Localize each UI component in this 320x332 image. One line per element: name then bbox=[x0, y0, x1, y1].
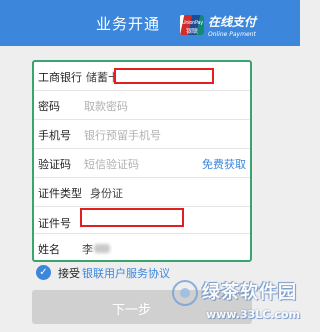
check-icon[interactable]: ✓ bbox=[36, 265, 51, 280]
get-code-link[interactable]: 免费获取 bbox=[202, 156, 246, 172]
id-number-label: 证件号 bbox=[38, 217, 71, 230]
id-type-value: 身份证 bbox=[90, 187, 123, 200]
password-row: 密码 取款密码 bbox=[34, 91, 250, 120]
id-type-row[interactable]: 证件类型 身份证 bbox=[34, 178, 250, 207]
name-blur bbox=[94, 244, 110, 253]
verification-code-label: 验证码 bbox=[38, 158, 71, 171]
watermark-logo-icon bbox=[172, 280, 198, 306]
brand-subtitle: Online Payment bbox=[208, 31, 256, 38]
name-row: 姓名 李 bbox=[34, 234, 250, 260]
next-button-label: 下一步 bbox=[112, 303, 152, 318]
account-form: 工商银行 储蓄卡 密码 取款密码 手机号 银行预留手机号 验证码 短信验证码 免… bbox=[32, 60, 252, 262]
password-label: 密码 bbox=[38, 100, 60, 113]
redacted-card-number[interactable] bbox=[114, 68, 214, 84]
name-value: 李 bbox=[82, 243, 93, 256]
name-label: 姓名 bbox=[38, 243, 60, 256]
agreement-prefix: 接受 bbox=[58, 267, 80, 280]
id-number-row: 证件号 bbox=[34, 207, 250, 234]
watermark: 绿茶软件园 www.33LC.com bbox=[172, 278, 301, 330]
bank-card-row[interactable]: 工商银行 储蓄卡 bbox=[34, 62, 250, 91]
verification-code-row: 验证码 短信验证码 免费获取 bbox=[34, 149, 250, 178]
phone-label: 手机号 bbox=[38, 129, 71, 142]
phone-field[interactable]: 银行预留手机号 bbox=[84, 127, 161, 143]
verification-code-field[interactable]: 短信验证码 bbox=[84, 156, 139, 172]
watermark-url: www.33LC.com bbox=[206, 308, 301, 321]
password-field[interactable]: 取款密码 bbox=[84, 98, 128, 114]
watermark-title: 绿茶软件园 bbox=[202, 282, 297, 303]
redacted-id-number[interactable] bbox=[80, 208, 184, 227]
phone-row: 手机号 银行预留手机号 bbox=[34, 120, 250, 149]
header-bar: 业务开通 UnionPay 银联 在线支付 Online Payment bbox=[0, 0, 300, 46]
page-title: 业务开通 bbox=[96, 15, 161, 33]
brand-title: 在线支付 bbox=[208, 15, 257, 29]
bank-name-label: 工商银行 bbox=[38, 71, 82, 84]
id-type-label: 证件类型 bbox=[38, 187, 82, 200]
unionpay-logo: UnionPay 银联 bbox=[180, 15, 204, 35]
agreement-link[interactable]: 银联用户服务协议 bbox=[82, 265, 170, 281]
logo-text-bottom: 银联 bbox=[186, 28, 199, 35]
